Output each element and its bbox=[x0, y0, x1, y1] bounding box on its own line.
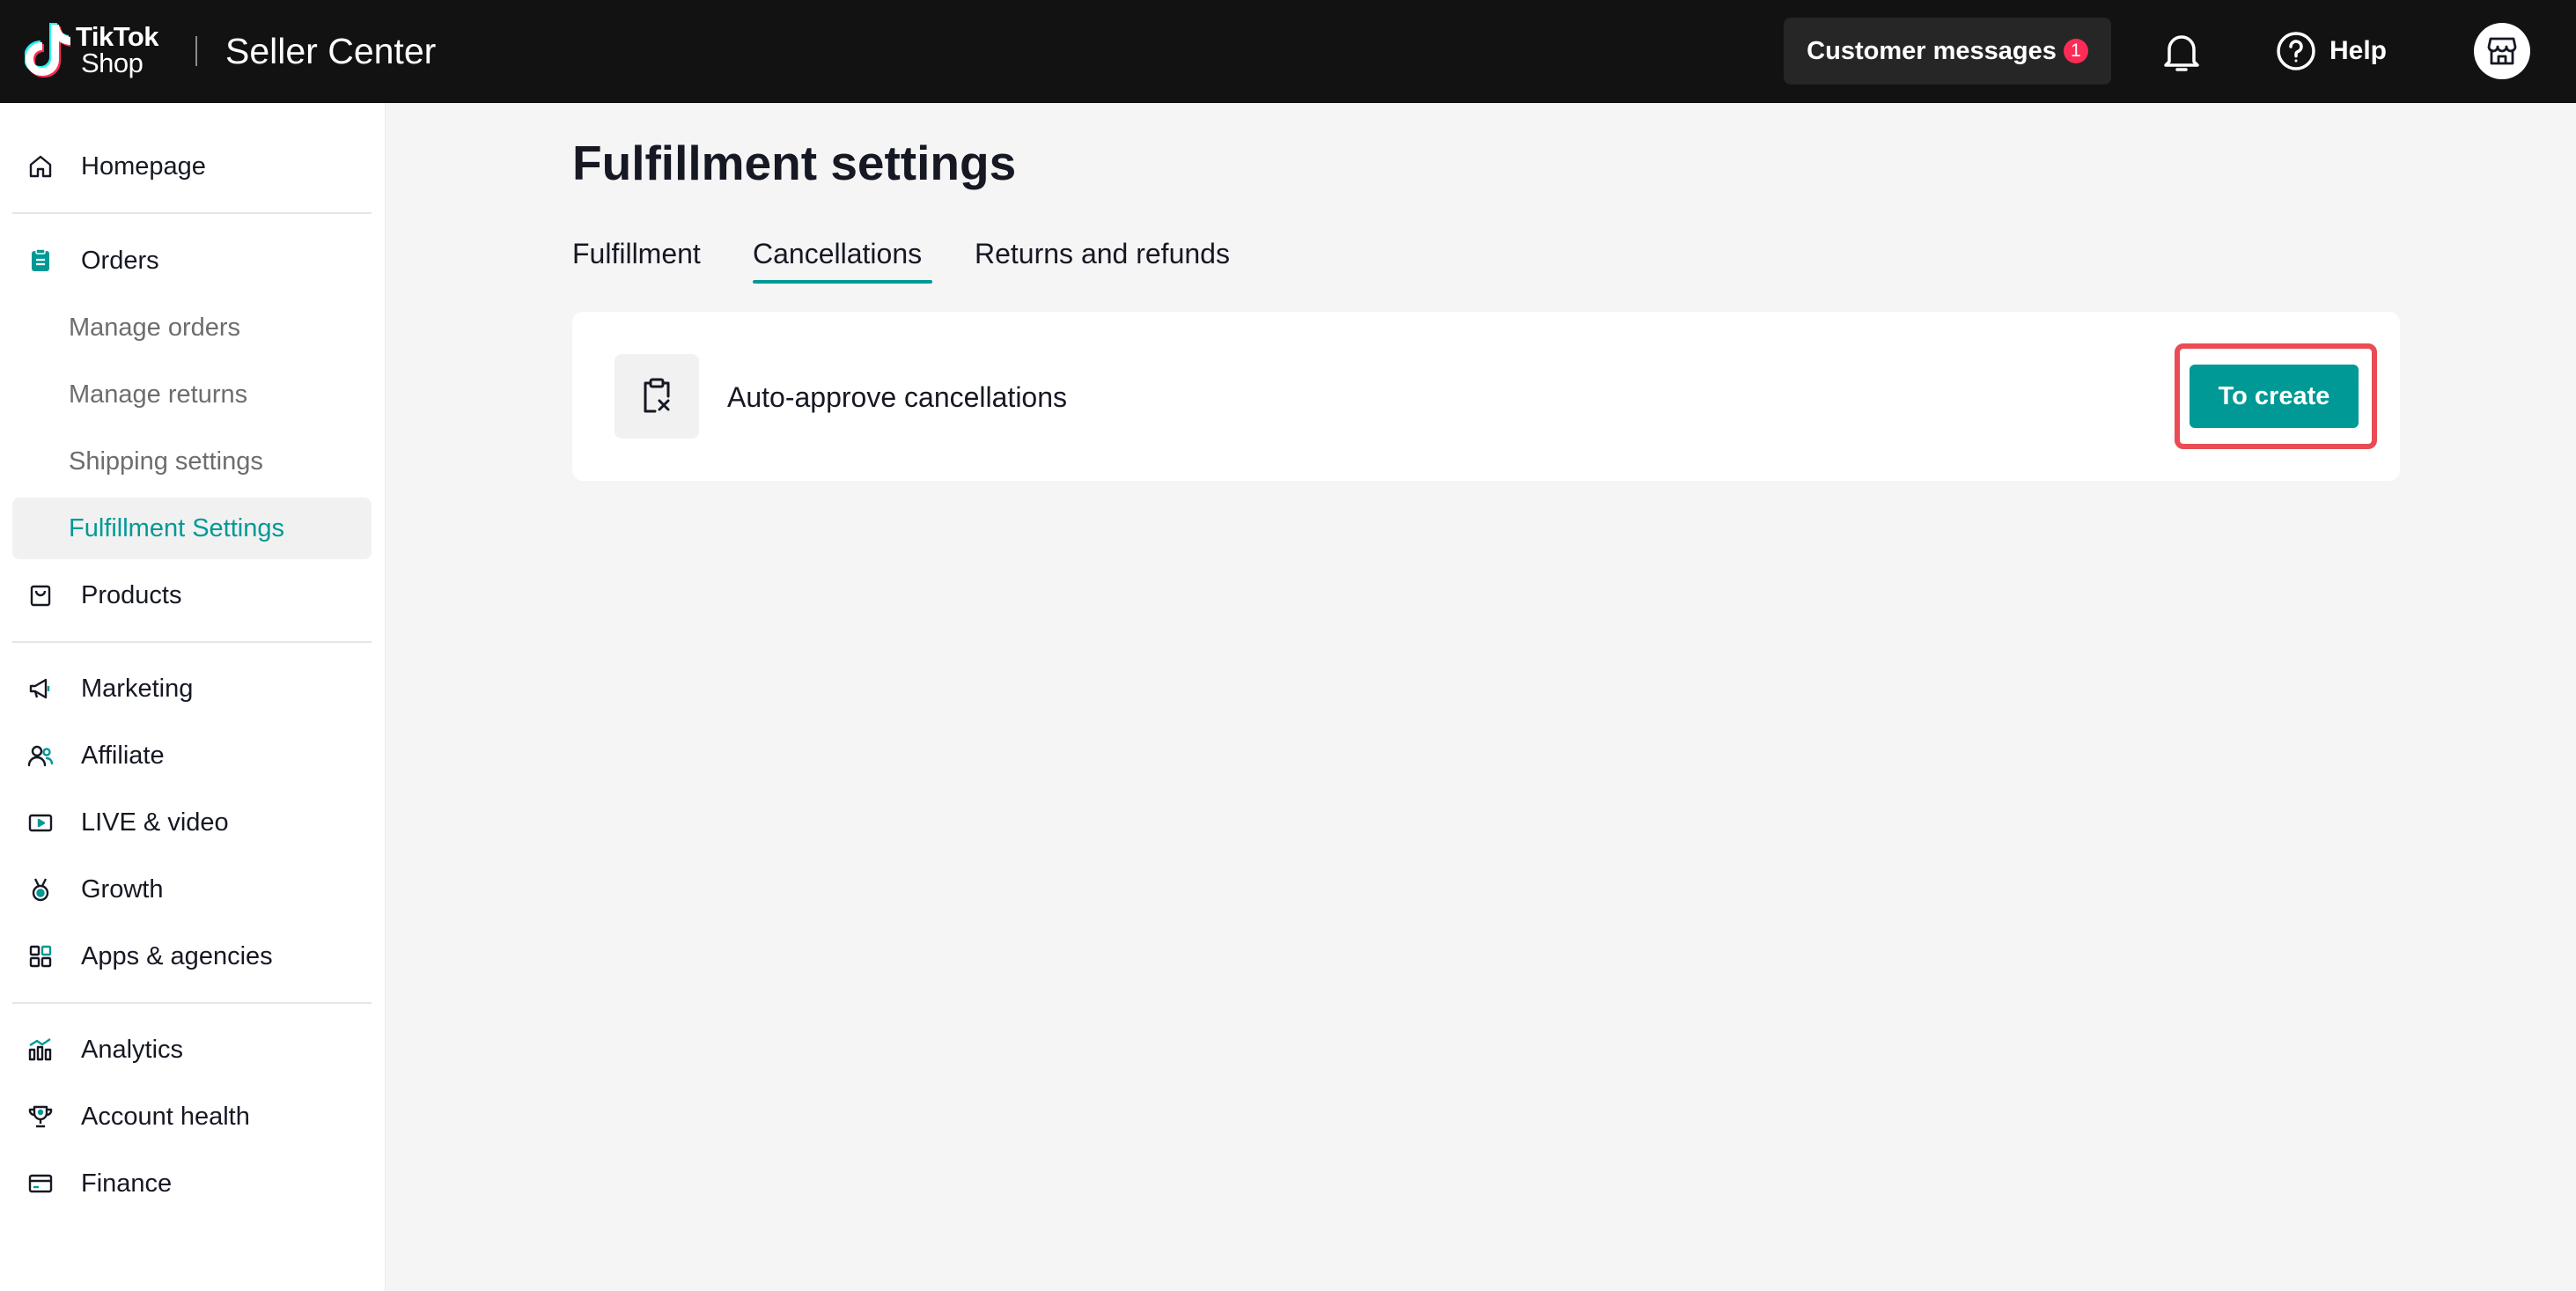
megaphone-icon bbox=[26, 675, 55, 703]
sidebar-item-orders[interactable]: Orders bbox=[12, 230, 372, 291]
sidebar-item-products[interactable]: Products bbox=[12, 564, 372, 626]
header-divider bbox=[195, 36, 197, 66]
sidebar-item-finance[interactable]: Finance bbox=[12, 1153, 372, 1214]
page-title: Fulfillment settings bbox=[572, 136, 1017, 190]
store-icon bbox=[2487, 37, 2517, 65]
sidebar: Homepage Orders Manage orders Manage ret… bbox=[0, 103, 386, 1291]
tab-fulfillment[interactable]: Fulfillment bbox=[572, 234, 701, 273]
question-circle-icon bbox=[2277, 32, 2315, 70]
active-tab-indicator bbox=[753, 280, 932, 284]
sidebar-item-label: Fulfillment Settings bbox=[69, 513, 284, 542]
sidebar-divider bbox=[12, 212, 372, 214]
apps-grid-icon bbox=[26, 942, 55, 970]
auto-approve-cancellations-card: Auto-approve cancellations To create bbox=[572, 312, 2400, 481]
people-icon bbox=[26, 741, 55, 770]
sidebar-divider bbox=[12, 641, 372, 643]
sidebar-item-label: Analytics bbox=[81, 1035, 184, 1064]
notifications-bell-icon[interactable] bbox=[2160, 30, 2203, 74]
customer-messages-button[interactable]: Customer messages 1 bbox=[1784, 18, 2111, 85]
sidebar-item-label: Affiliate bbox=[81, 741, 165, 770]
sidebar-item-label: Finance bbox=[81, 1169, 173, 1198]
sidebar-item-label: LIVE & video bbox=[81, 808, 229, 837]
messages-count-badge: 1 bbox=[2063, 39, 2088, 63]
sidebar-item-manage-returns[interactable]: Manage returns bbox=[12, 364, 372, 425]
sidebar-item-label: Account health bbox=[81, 1102, 250, 1131]
sidebar-item-label: Apps & agencies bbox=[81, 941, 273, 970]
logo-line-shop: Shop bbox=[81, 48, 144, 78]
sidebar-item-label: Marketing bbox=[81, 674, 194, 703]
clipboard-x-icon bbox=[615, 354, 699, 439]
sidebar-item-manage-orders[interactable]: Manage orders bbox=[12, 297, 372, 358]
logo-wordmark: TikTok Shop bbox=[76, 21, 159, 78]
clipboard-icon bbox=[26, 247, 55, 275]
help-label: Help bbox=[2329, 36, 2388, 65]
sidebar-divider bbox=[12, 1002, 372, 1004]
sidebar-item-label: Manage orders bbox=[69, 313, 241, 342]
sidebar-item-growth[interactable]: Growth bbox=[12, 859, 372, 920]
tab-cancellations[interactable]: Cancellations bbox=[753, 234, 922, 273]
sidebar-item-marketing[interactable]: Marketing bbox=[12, 658, 372, 719]
to-create-button[interactable]: To create bbox=[2190, 365, 2359, 428]
tab-returns-and-refunds[interactable]: Returns and refunds bbox=[975, 234, 1230, 273]
sidebar-item-label: Products bbox=[81, 580, 182, 609]
medal-icon bbox=[26, 875, 55, 904]
sidebar-item-label: Orders bbox=[81, 246, 159, 275]
sidebar-item-apps-agencies[interactable]: Apps & agencies bbox=[12, 926, 372, 987]
card-icon bbox=[26, 1169, 55, 1198]
top-bar: TikTok Shop Seller Center Customer messa… bbox=[0, 0, 2576, 103]
bag-icon bbox=[26, 581, 55, 609]
sidebar-item-analytics[interactable]: Analytics bbox=[12, 1019, 372, 1081]
sidebar-item-label: Manage returns bbox=[69, 380, 248, 409]
card-label: Auto-approve cancellations bbox=[727, 381, 1068, 413]
help-button[interactable]: Help bbox=[2275, 26, 2387, 76]
home-icon bbox=[26, 152, 55, 181]
sidebar-item-label: Growth bbox=[81, 874, 164, 904]
customer-messages-label: Customer messages bbox=[1807, 36, 2057, 65]
sidebar-item-fulfillment-settings[interactable]: Fulfillment Settings bbox=[12, 498, 372, 559]
tiktok-shop-logo[interactable]: TikTok Shop bbox=[25, 19, 159, 81]
sidebar-item-label: Homepage bbox=[81, 151, 206, 181]
sidebar-item-shipping-settings[interactable]: Shipping settings bbox=[12, 431, 372, 492]
sidebar-item-live-video[interactable]: LIVE & video bbox=[12, 792, 372, 853]
trophy-icon bbox=[26, 1103, 55, 1131]
video-icon bbox=[26, 808, 55, 837]
logo-line-tiktok: TikTok bbox=[76, 21, 159, 52]
sidebar-item-affiliate[interactable]: Affiliate bbox=[12, 725, 372, 786]
bar-chart-icon bbox=[26, 1036, 55, 1064]
shop-avatar[interactable] bbox=[2474, 23, 2530, 79]
sidebar-item-account-health[interactable]: Account health bbox=[12, 1086, 372, 1147]
sidebar-item-homepage[interactable]: Homepage bbox=[12, 136, 372, 197]
tiktok-logo-icon bbox=[25, 23, 70, 77]
sidebar-item-label: Shipping settings bbox=[69, 446, 263, 476]
app-title: Seller Center bbox=[225, 31, 437, 71]
